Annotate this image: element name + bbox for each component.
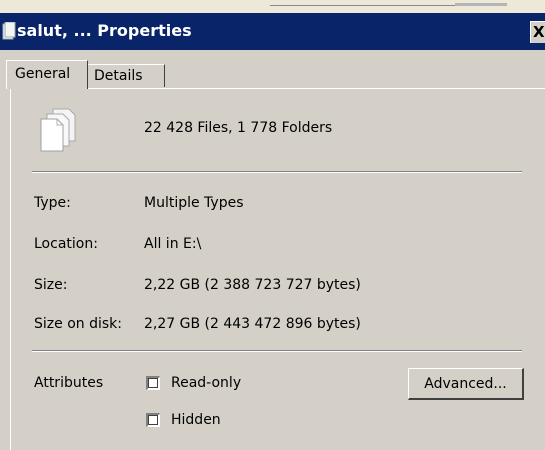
attributes-label: Attributes bbox=[34, 375, 104, 391]
size-value: 2,22 GB (2 388 723 727 bytes) bbox=[144, 277, 361, 293]
size-on-disk-value: 2,27 GB (2 443 472 896 bytes) bbox=[144, 316, 361, 332]
multiple-files-icon bbox=[40, 108, 76, 152]
size-label: Size: bbox=[34, 277, 68, 293]
background-text-fragment bbox=[455, 3, 507, 6]
size-on-disk-label: Size on disk: bbox=[34, 316, 122, 332]
close-button[interactable]: X bbox=[530, 21, 545, 43]
location-value: All in E:\ bbox=[144, 236, 202, 252]
folder-properties-icon bbox=[2, 22, 16, 40]
hidden-label[interactable]: Hidden bbox=[171, 412, 221, 428]
tab-strip: General Details bbox=[0, 50, 545, 90]
tab-general[interactable]: General bbox=[6, 60, 88, 89]
location-label: Location: bbox=[34, 236, 98, 252]
title-bar[interactable]: salut, ... Properties X bbox=[0, 13, 545, 50]
tab-details[interactable]: Details bbox=[88, 64, 165, 87]
hidden-checkbox[interactable] bbox=[146, 413, 160, 427]
read-only-label[interactable]: Read-only bbox=[171, 375, 241, 391]
read-only-checkbox[interactable] bbox=[146, 376, 160, 390]
item-count: 22 428 Files, 1 778 Folders bbox=[144, 120, 333, 136]
separator bbox=[32, 171, 522, 173]
window-title: salut, ... Properties bbox=[17, 21, 192, 40]
type-value: Multiple Types bbox=[144, 195, 244, 211]
advanced-button[interactable]: Advanced... bbox=[408, 368, 524, 400]
separator bbox=[32, 350, 522, 352]
background-window-strip bbox=[0, 0, 545, 13]
type-label: Type: bbox=[34, 195, 71, 211]
